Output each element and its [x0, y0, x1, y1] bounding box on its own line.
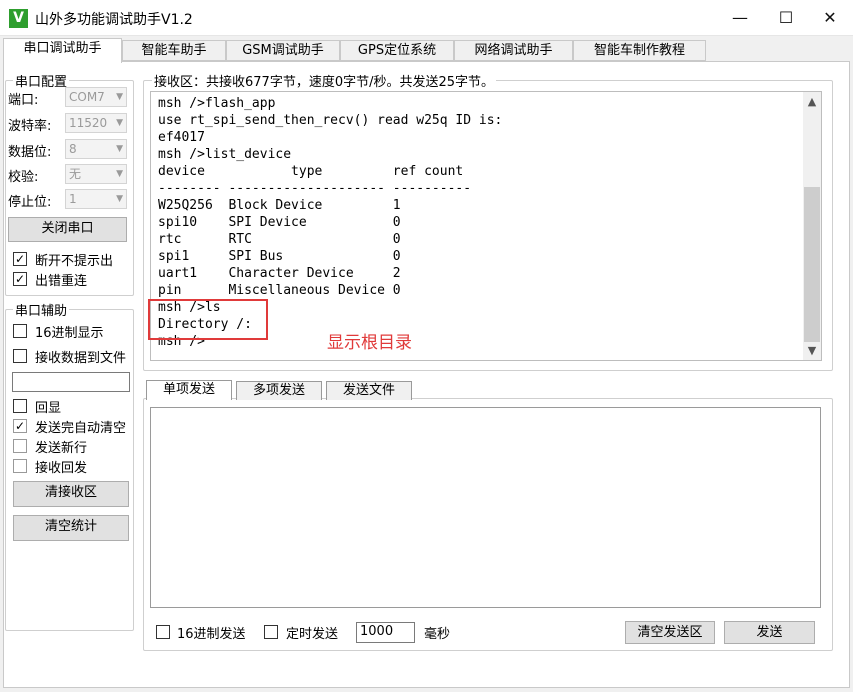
receive-line: -------- -------------------- ---------- — [158, 181, 472, 196]
baud-select[interactable]: 11520 ▼ — [65, 113, 127, 133]
receive-line: rtc RTC 0 — [158, 232, 401, 247]
parity-select[interactable]: 无 ▼ — [65, 164, 127, 184]
receive-line: spi10 SPI Device 0 — [158, 215, 401, 230]
receive-line: spi1 SPI Bus 0 — [158, 249, 401, 264]
tab-smart-car[interactable]: 智能车助手 — [122, 40, 226, 61]
receive-line: pin Miscellaneous Device 0 — [158, 283, 401, 298]
tab-serial-debug[interactable]: 串口调试助手 — [3, 38, 122, 63]
no-prompt-checkbox[interactable]: ✓ — [13, 252, 27, 266]
echo-label: 回显 — [35, 401, 62, 416]
send-textarea[interactable] — [150, 407, 821, 608]
scroll-up-icon[interactable]: ▲ — [805, 95, 819, 108]
send-tab-single[interactable]: 单项发送 — [146, 380, 232, 400]
port-select[interactable]: COM7 ▼ — [65, 87, 127, 107]
chevron-down-icon: ▼ — [116, 144, 123, 154]
serial-aux-title: 串口辅助 — [13, 300, 70, 319]
timed-send-checkbox[interactable] — [264, 625, 278, 639]
serial-config-title: 串口配置 — [13, 71, 70, 90]
receive-header: 接收区：共接收677字节，速度0字节/秒。共发送25字节。 — [152, 71, 497, 90]
recv-echo-checkbox[interactable] — [13, 459, 27, 473]
minimize-icon[interactable]: — — [717, 0, 763, 36]
send-tab-multi[interactable]: 多项发送 — [236, 381, 322, 400]
databits-select[interactable]: 8 ▼ — [65, 139, 127, 159]
chevron-down-icon: ▼ — [116, 118, 123, 128]
tab-gps[interactable]: GPS定位系统 — [340, 40, 454, 61]
send-tab-file[interactable]: 发送文件 — [326, 381, 412, 400]
stopbits-select[interactable]: 1 ▼ — [65, 189, 127, 209]
close-icon[interactable]: ✕ — [807, 0, 853, 36]
scroll-down-icon[interactable]: ▼ — [805, 344, 819, 357]
hex-send-checkbox[interactable] — [156, 625, 170, 639]
receive-line: msh />flash_app — [158, 96, 276, 111]
clear-receive-button[interactable]: 清接收区 — [13, 481, 129, 507]
chevron-down-icon: ▼ — [116, 92, 123, 102]
save-to-file-checkbox[interactable] — [13, 349, 27, 363]
hex-display-label: 16进制显示 — [35, 326, 104, 341]
port-value: COM7 — [69, 90, 105, 104]
clear-stats-button[interactable]: 清空统计 — [13, 515, 129, 541]
receive-line: uart1 Character Device 2 — [158, 266, 401, 281]
parity-label: 校验: — [8, 170, 39, 185]
close-port-button[interactable]: 关闭串口 — [8, 217, 127, 242]
chevron-down-icon: ▼ — [116, 169, 123, 179]
hex-send-label: 16进制发送 — [177, 627, 246, 642]
send-newline-label: 发送新行 — [35, 441, 88, 456]
auto-clear-checkbox[interactable]: ✓ — [13, 419, 27, 433]
send-newline-checkbox[interactable] — [13, 439, 27, 453]
file-path-input[interactable] — [12, 372, 130, 392]
receive-line: msh />list_device — [158, 147, 292, 162]
receive-line: device type ref count — [158, 164, 464, 179]
stopbits-label: 停止位: — [8, 195, 52, 210]
databits-value: 8 — [69, 142, 77, 156]
send-button[interactable]: 发送 — [724, 621, 815, 644]
echo-checkbox[interactable] — [13, 399, 27, 413]
maximize-icon[interactable]: ☐ — [763, 0, 809, 36]
recv-echo-label: 接收回发 — [35, 461, 88, 476]
parity-value: 无 — [69, 167, 82, 181]
databits-label: 数据位: — [8, 145, 52, 160]
receive-line: ef4017 — [158, 130, 205, 145]
receive-line: W25Q256 Block Device 1 — [158, 198, 401, 213]
interval-unit-label: 毫秒 — [424, 627, 451, 642]
receive-line: use rt_spi_send_then_recv() read w25q ID… — [158, 113, 503, 128]
save-to-file-label: 接收数据到文件 — [35, 351, 127, 366]
window-title: 山外多功能调试助手V1.2 — [35, 12, 193, 28]
scrollbar-thumb[interactable] — [804, 187, 820, 342]
clear-send-button[interactable]: 清空发送区 — [625, 621, 715, 644]
title-bar: V 山外多功能调试助手V1.2 — ☐ ✕ — [0, 0, 853, 36]
hex-display-checkbox[interactable] — [13, 324, 27, 338]
reconnect-checkbox[interactable]: ✓ — [13, 272, 27, 286]
stopbits-value: 1 — [69, 192, 77, 206]
port-label: 端口: — [8, 93, 39, 108]
tab-tutorial[interactable]: 智能车制作教程 — [573, 40, 706, 61]
annotation-highlight-box — [148, 299, 268, 340]
baud-value: 11520 — [69, 116, 108, 130]
baud-label: 波特率: — [8, 119, 52, 134]
tab-network[interactable]: 网络调试助手 — [454, 40, 573, 61]
timed-send-label: 定时发送 — [286, 627, 339, 642]
tab-gsm[interactable]: GSM调试助手 — [226, 40, 340, 61]
annotation-text: 显示根目录 — [327, 333, 412, 353]
no-prompt-label: 断开不提示出 — [35, 254, 114, 269]
interval-input[interactable]: 1000 — [356, 622, 415, 643]
auto-clear-label: 发送完自动清空 — [35, 421, 127, 436]
chevron-down-icon: ▼ — [116, 194, 123, 204]
app-logo-icon: V — [9, 9, 28, 28]
reconnect-label: 出错重连 — [35, 274, 88, 289]
